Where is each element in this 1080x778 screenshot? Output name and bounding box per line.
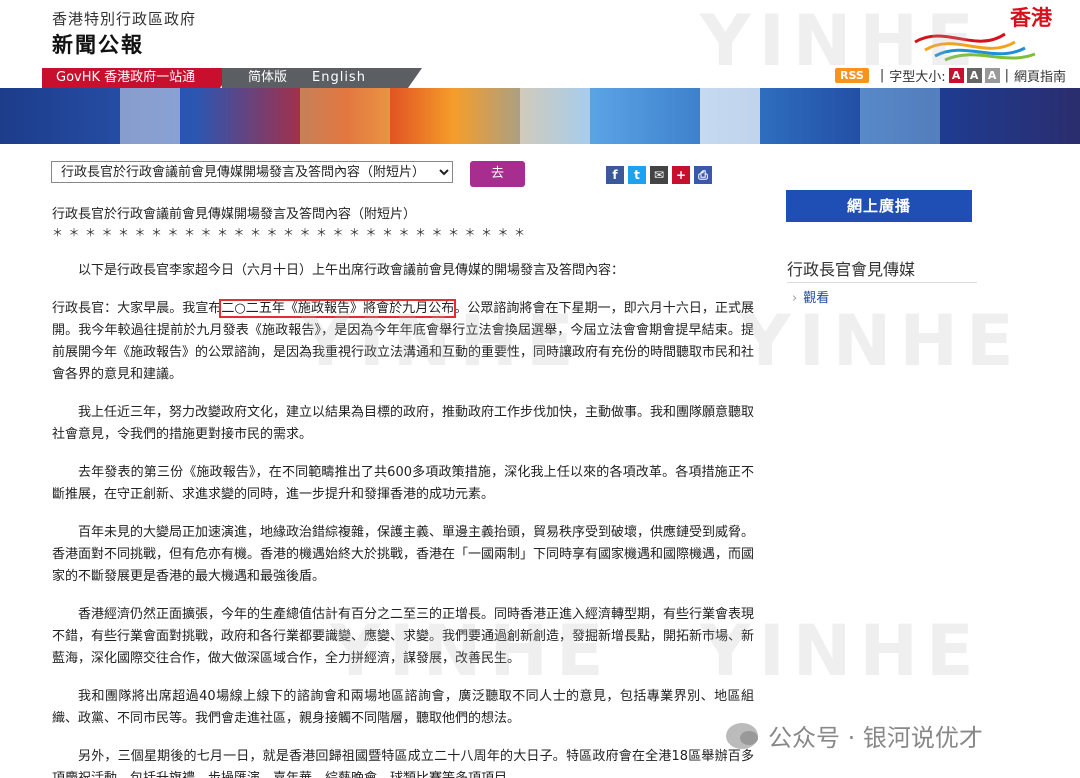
article-title: 行政長官於行政會議前會見傳媒開場發言及答問內容（附短片） <box>52 207 417 222</box>
divider: | <box>879 67 885 83</box>
email-icon[interactable]: ✉ <box>650 166 668 184</box>
font-size-medium-button[interactable]: A <box>966 67 982 83</box>
chevron-right-icon: › <box>792 291 798 306</box>
govhk-link[interactable]: GovHK 香港政府一站通 <box>42 68 234 88</box>
press-article: 行政長官於行政會議前會見傳媒開場發言及答問內容（附短片） ＊＊＊＊＊＊＊＊＊＊＊… <box>52 205 754 778</box>
share-icons: f t ✉ + ⎙ <box>606 166 712 184</box>
divider: | <box>1004 67 1009 83</box>
wechat-icon <box>726 722 758 749</box>
page-guide-link[interactable]: 網頁指南 <box>1014 66 1066 85</box>
banner-tile <box>860 88 940 144</box>
font-size-small-button[interactable]: A <box>948 67 964 83</box>
print-icon[interactable]: ⎙ <box>694 166 712 184</box>
banner-tile <box>120 88 180 144</box>
go-button[interactable]: 去 <box>470 161 525 187</box>
article-paragraph: 另外，三個星期後的七月一日，就是香港回歸祖國暨特區成立二十八周年的大日子。特區政… <box>52 749 754 778</box>
watch-link[interactable]: › 觀看 <box>792 287 829 306</box>
press-release-select[interactable]: 行政長官於行政會議前會見傳媒開場發言及答問內容（附短片） <box>51 161 453 183</box>
highlighted-text: 二○二五年《施政報告》將會於九月公布 <box>219 299 457 318</box>
webcast-button[interactable]: 網上廣播 <box>786 190 972 222</box>
banner-tile <box>520 88 590 144</box>
font-size-label: 字型大小: <box>889 69 946 85</box>
article-paragraph: 我上任近三年，努力改變政府文化，建立以結果為目標的政府，推動政府工作步伐加快，主… <box>52 405 755 442</box>
article-paragraph: 行政長官：大家早晨。我宣布二○二五年《施政報告》將會於九月公布。公眾諮詢將會在下… <box>52 298 754 386</box>
simplified-link[interactable]: 简体版 <box>248 68 287 88</box>
banner-tile <box>300 88 390 144</box>
credit-text: 公众号 · 银河说优才 <box>768 724 983 752</box>
article-paragraph: 我和團隊將出席超過40場線上線下的諮詢會和兩場地區諮詢會，廣泛聽取不同人士的意見… <box>52 689 754 726</box>
site-header: 香港特別行政區政府 新聞公報 香港 <box>0 0 1080 68</box>
paragraph-text: 行政長官：大家早晨。我宣布 <box>52 301 222 316</box>
sidebar-divider <box>787 282 977 283</box>
font-size-large-button[interactable]: A <box>984 67 1000 83</box>
separator-stars: ＊＊＊＊＊＊＊＊＊＊＊＊＊＊＊＊＊＊＊＊＊＊＊＊＊＊＊＊＊ <box>52 226 531 239</box>
article-intro: 以下是行政長官李家超今日（六月十日）上午出席行政會議前會見傳媒的開場發言及答問內… <box>78 263 625 278</box>
facebook-icon[interactable]: f <box>606 166 624 184</box>
org-name: 香港特別行政區政府 <box>52 10 197 28</box>
govhk-label: GovHK 香港政府一站通 <box>56 70 196 85</box>
article-paragraph: 百年未見的大變局正加速演進，地緣政治錯綜複雜，保護主義、單邊主義抬頭，貿易秩序受… <box>52 525 755 584</box>
banner-tile <box>700 88 760 144</box>
brand-text: 香港 <box>1010 6 1052 30</box>
article-paragraph: 香港經濟仍然正面擴張，今年的生產總值估計有百分之二至三的正增長。同時香港正進入經… <box>52 607 755 666</box>
site-name[interactable]: 新聞公報 <box>52 29 144 59</box>
bookmark-icon[interactable]: + <box>672 166 690 184</box>
sidebar-heading: 行政長官會見傳媒 <box>787 260 916 279</box>
watch-label: 觀看 <box>803 291 830 306</box>
article-paragraph: 去年發表的第三份《施政報告》，在不同範疇推出了共600多項政策措施，深化我上任以… <box>52 465 754 502</box>
english-link[interactable]: English <box>312 68 366 88</box>
watermark: YINHE <box>740 300 1022 382</box>
hero-banner <box>0 88 1080 144</box>
page-tools: RSS | 字型大小: A A A | 網頁指南 <box>834 66 1066 85</box>
language-bar: 简体版 English <box>222 68 422 88</box>
rss-icon[interactable]: RSS <box>834 67 869 83</box>
twitter-icon[interactable]: t <box>628 166 646 184</box>
wechat-credit: 公众号 · 银河说优才 <box>726 718 983 753</box>
